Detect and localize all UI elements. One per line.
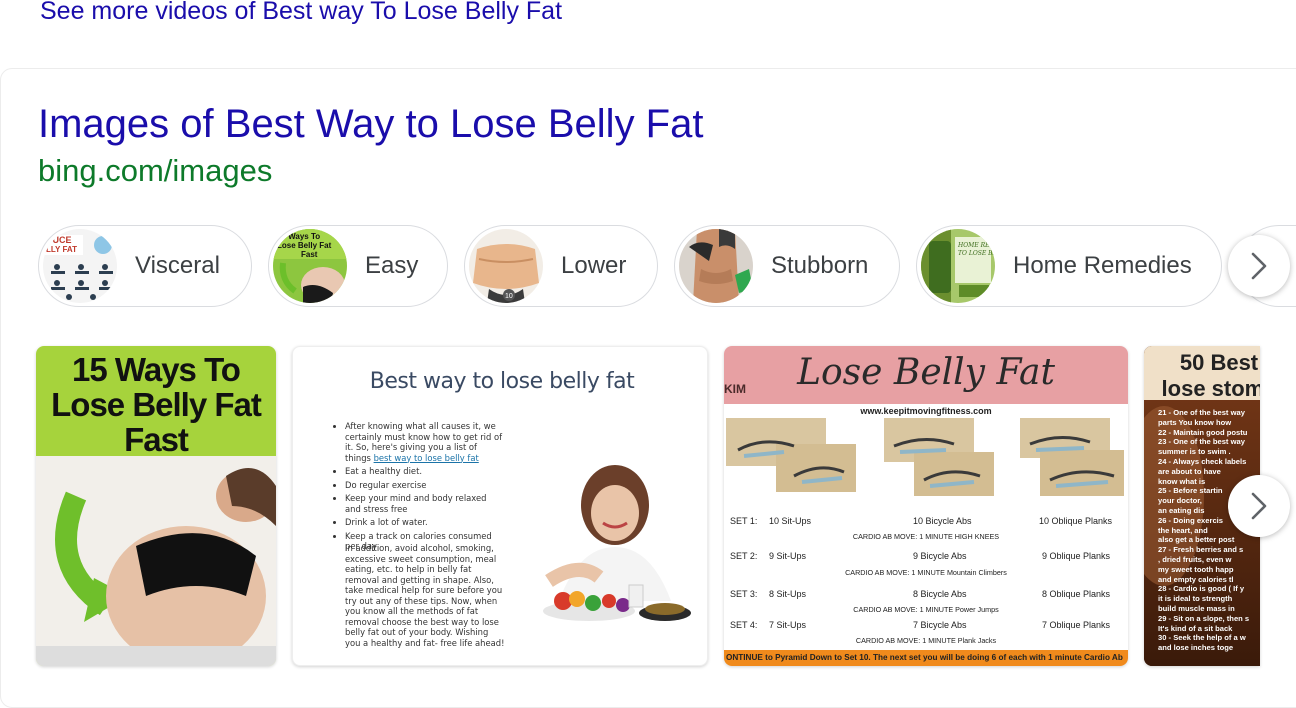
chip-thumbnail: 10 bbox=[469, 229, 543, 303]
image-tile-lose-belly-fat[interactable]: KIM Lose Belly Fat www.keepitmovingfitne… bbox=[724, 346, 1128, 666]
chip-thumbnail: HOME REMEDY TO LOSE BELLY bbox=[921, 229, 995, 303]
image-tile-website: www.keepitmovingfitness.com bbox=[860, 406, 992, 416]
images-card-url: bing.com/images bbox=[38, 153, 273, 188]
svg-text:LLY FAT: LLY FAT bbox=[46, 245, 77, 254]
chip-easy[interactable]: 15 Ways To Lose Belly Fat Fast Easy bbox=[268, 225, 448, 307]
chip-home-remedies[interactable]: HOME REMEDY TO LOSE BELLY Home Remedies bbox=[916, 225, 1222, 307]
svg-text:15 Ways To: 15 Ways To bbox=[277, 232, 320, 241]
chip-thumbnail: 15 Ways To Lose Belly Fat Fast bbox=[273, 229, 347, 303]
chevron-right-icon bbox=[1251, 252, 1267, 280]
svg-text:Lose Belly Fat: Lose Belly Fat bbox=[277, 241, 332, 250]
chevron-right-icon bbox=[1251, 492, 1267, 520]
woman-with-food-photo bbox=[543, 465, 691, 621]
chip-label: Easy bbox=[365, 252, 419, 279]
images-next-button[interactable] bbox=[1228, 475, 1290, 537]
image-tile-paragraph: In addition, avoid alcohol, smoking, exc… bbox=[345, 543, 505, 648]
bullet-item: Eat a healthy diet. bbox=[345, 466, 503, 477]
svg-text:DUCE: DUCE bbox=[46, 235, 72, 245]
chip-thumbnail: DUCE LLY FAT bbox=[43, 229, 117, 303]
chip-label: Visceral bbox=[135, 252, 220, 279]
image-tile-title: Best way to lose belly fat bbox=[369, 369, 635, 394]
svg-text:HOME REMEDY: HOME REMEDY bbox=[957, 242, 995, 249]
svg-text:Fast: Fast bbox=[301, 250, 318, 259]
chip-label: Home Remedies bbox=[1013, 252, 1192, 279]
see-more-videos-link[interactable]: See more videos of Best way To Lose Bell… bbox=[40, 0, 562, 28]
chip-label: Lower bbox=[561, 252, 627, 279]
cardio-line: CARDIO AB MOVE: 1 MINUTE Power Jumps bbox=[853, 605, 999, 614]
image-tile-title: 50 Best lose stoma bbox=[1161, 350, 1260, 401]
image-tile-best-way[interactable]: Best way to lose belly fat After knowing… bbox=[292, 346, 708, 666]
image-tile-bullets: After knowing what all causes it, we cer… bbox=[335, 421, 503, 555]
bullet-item: Drink a lot of water. bbox=[345, 517, 503, 528]
bullet-item: Do regular exercise bbox=[345, 480, 503, 491]
bullet-item: Keep your mind and body relaxed and stre… bbox=[345, 493, 503, 514]
exercise-photos bbox=[726, 418, 1124, 496]
chips-next-button[interactable] bbox=[1228, 235, 1290, 297]
image-tile-title: 15 Ways To Lose Belly Fat Fast bbox=[51, 351, 262, 458]
svg-text:10: 10 bbox=[505, 293, 513, 300]
chip-label: Stubborn bbox=[771, 252, 869, 279]
cardio-line: CARDIO AB MOVE: 1 MINUTE HIGH KNEES bbox=[852, 532, 1000, 541]
chip-thumbnail bbox=[679, 229, 753, 303]
chip-visceral[interactable]: DUCE LLY FAT Visceral bbox=[38, 225, 252, 307]
image-tile-footer: ONTINUE to Pyramid Down to Set 10. The n… bbox=[724, 650, 1128, 666]
cardio-line: CARDIO AB MOVE: 1 MINUTE Plank Jacks bbox=[855, 636, 997, 645]
chip-stubborn[interactable]: Stubborn bbox=[674, 225, 900, 307]
image-tile-title: Lose Belly Fat bbox=[797, 352, 1055, 393]
images-card-title[interactable]: Images of Best Way to Lose Belly Fat bbox=[38, 100, 703, 148]
chip-lower[interactable]: 10 Lower bbox=[464, 225, 658, 307]
bullet-item: After knowing what all causes it, we cer… bbox=[345, 421, 503, 463]
cardio-line: CARDIO AB MOVE: 1 MINUTE Mountain Climbe… bbox=[845, 568, 1007, 577]
svg-text:TO LOSE BELLY: TO LOSE BELLY bbox=[958, 250, 995, 257]
image-tile-15-ways[interactable]: 15 Ways To Lose Belly Fat Fast bbox=[36, 346, 276, 666]
